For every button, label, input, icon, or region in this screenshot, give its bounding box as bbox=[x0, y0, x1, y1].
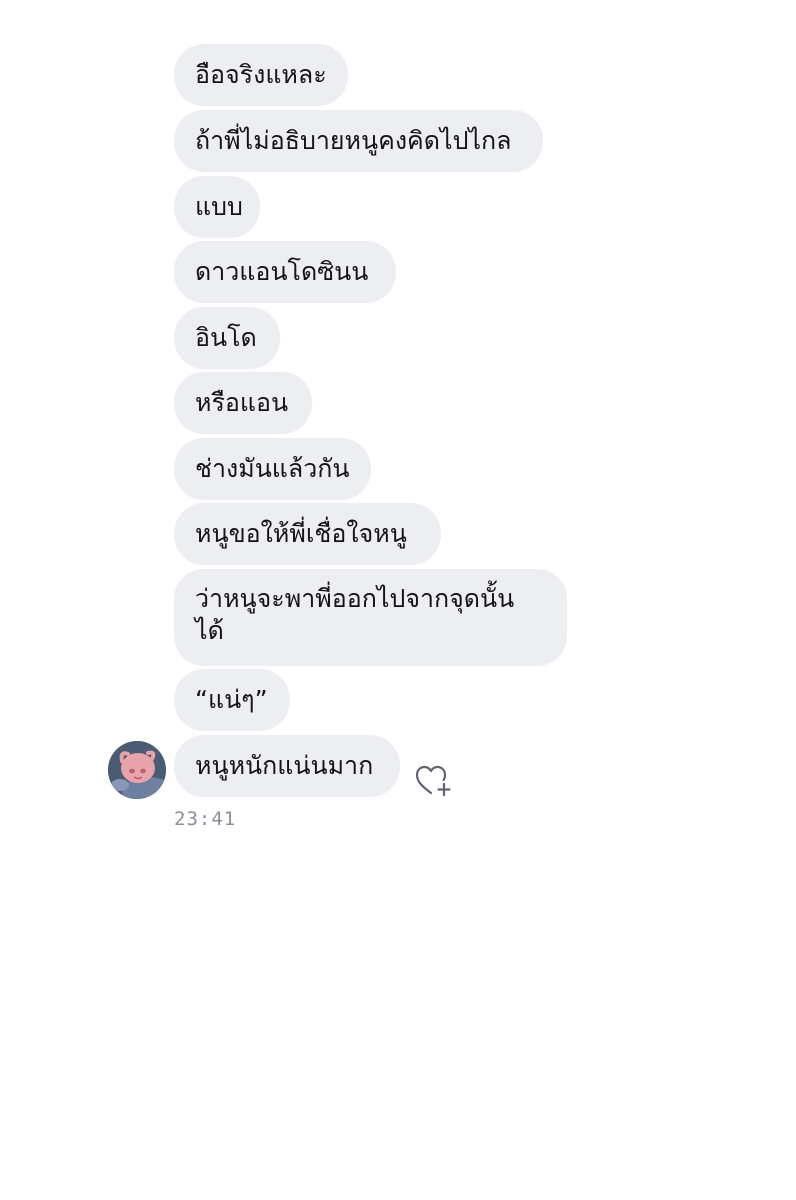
message-bubble[interactable]: “แน่ๆ” bbox=[174, 669, 290, 731]
message-bubble[interactable]: ว่าหนูจะพาพี่ออกไปจากจุดนั้น ได้ bbox=[174, 569, 567, 666]
message-text: อือจริงแหละ bbox=[195, 60, 327, 89]
avatar-cartoon-icon bbox=[108, 741, 166, 799]
message-bubble[interactable]: หนูหนักแน่นมาก bbox=[174, 735, 400, 797]
message-text: ดาวแอนโดซินน bbox=[195, 257, 369, 286]
message-text: หนูหนักแน่นมาก bbox=[195, 751, 374, 780]
message-text: หนูขอให้พี่เชื่อใจหนู bbox=[195, 519, 407, 548]
message-bubble[interactable]: ดาวแอนโดซินน bbox=[174, 241, 396, 303]
message-timestamp: 23:41 bbox=[174, 808, 237, 830]
avatar[interactable] bbox=[108, 741, 166, 799]
message-bubble[interactable]: แบบ bbox=[174, 176, 260, 238]
message-bubble[interactable]: หนูขอให้พี่เชื่อใจหนู bbox=[174, 503, 441, 565]
message-bubble[interactable]: ช่างมันแล้วกัน bbox=[174, 438, 371, 500]
message-text: ว่าหนูจะพาพี่ออกไปจากจุดนั้น ได้ bbox=[195, 584, 515, 645]
message-text: ถ้าพี่ไม่อธิบายหนูคงคิดไปไกล bbox=[195, 126, 512, 155]
message-bubble[interactable]: อินโด bbox=[174, 307, 280, 369]
heart-plus-icon[interactable] bbox=[414, 762, 454, 798]
chat-thread: อือจริงแหละ ถ้าพี่ไม่อธิบายหนูคงคิดไปไกล… bbox=[0, 0, 796, 1200]
message-text: “แน่ๆ” bbox=[195, 685, 268, 714]
message-bubble[interactable]: ถ้าพี่ไม่อธิบายหนูคงคิดไปไกล bbox=[174, 110, 543, 172]
message-bubble[interactable]: อือจริงแหละ bbox=[174, 44, 348, 106]
message-bubble[interactable]: หรือแอน bbox=[174, 372, 312, 434]
message-text: อินโด bbox=[195, 323, 257, 352]
message-text: แบบ bbox=[195, 192, 243, 221]
message-text: หรือแอน bbox=[195, 388, 289, 417]
message-text: ช่างมันแล้วกัน bbox=[195, 454, 350, 483]
